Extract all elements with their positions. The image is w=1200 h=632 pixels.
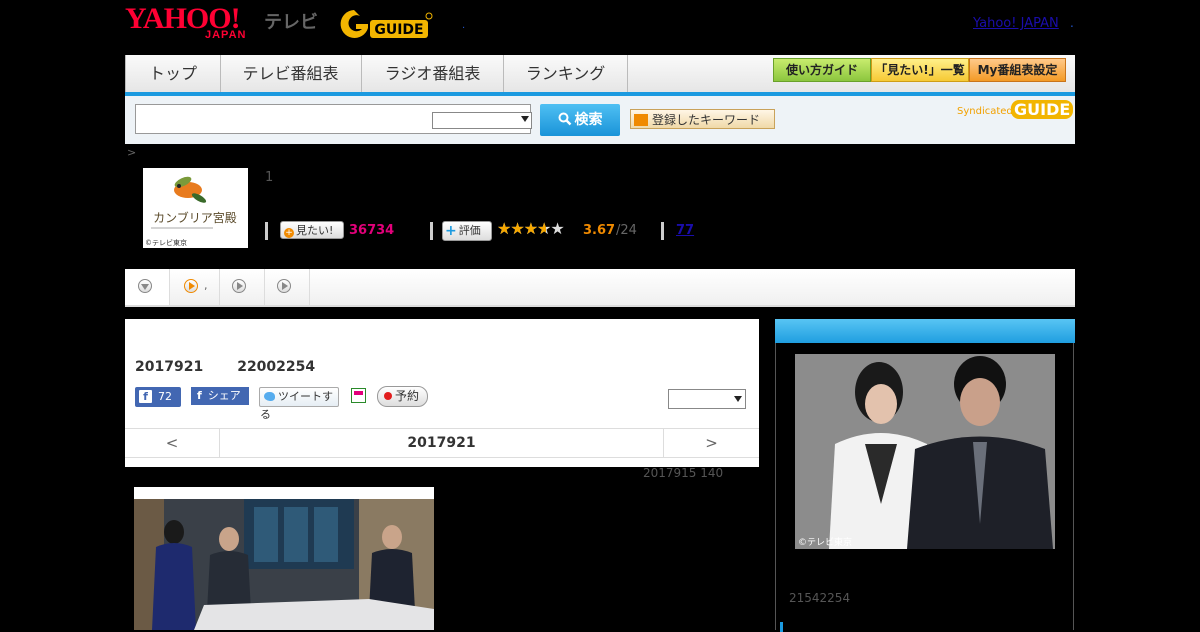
search-bar: 検索 登録したキーワード Syndicated GUIDE [125, 96, 1075, 144]
rate-button[interactable]: + 評価 [442, 221, 492, 241]
rating-count: /24 [616, 223, 637, 238]
facebook-like-count: 72 [158, 390, 172, 403]
rating-value: 3.67 [583, 223, 616, 238]
broadcast-select[interactable] [668, 389, 746, 409]
studio-photo [134, 487, 434, 630]
play-icon [184, 279, 198, 293]
play-icon [277, 279, 291, 293]
facebook-icon: f [139, 390, 152, 403]
divider [661, 222, 664, 240]
broadcast-time: 22002254 [237, 359, 316, 375]
rating-stars: ★★★★★ ★★★★★ [497, 219, 565, 238]
breadcrumb[interactable]: > [127, 146, 136, 159]
subtab-3[interactable] [220, 269, 265, 305]
gguide-logo[interactable]: GUIDE [334, 6, 434, 42]
search-button[interactable]: 検索 [540, 104, 620, 136]
update-note: 2017915 140 [643, 466, 724, 480]
header-separator: . [1070, 16, 1074, 30]
chevron-down-icon [138, 279, 152, 293]
reserve-label: 予約 [395, 389, 420, 403]
my-guide-settings-button[interactable]: My番組表設定 [969, 58, 1066, 82]
side-accent-mark [780, 622, 783, 632]
divider [430, 222, 433, 240]
record-icon [384, 392, 392, 400]
broadcast-date: 2017921 [135, 359, 204, 375]
program-logo-image: カンブリア宮殿 ©テレビ東京 [145, 176, 237, 247]
want-to-watch-count: 36734 [349, 223, 395, 238]
current-date: 2017921 [407, 435, 476, 451]
header-separator: . [462, 20, 466, 31]
gguide-small-logo: GUIDE [1011, 100, 1074, 119]
episode-image [134, 487, 434, 630]
nav-tab-radio-guide[interactable]: ラジオ番組表 [362, 55, 504, 92]
nav-tab-ranking[interactable]: ランキング [504, 55, 628, 92]
reserve-recording-button[interactable]: 予約 [377, 386, 428, 407]
search-button-label: 検索 [574, 112, 603, 128]
program-logo-title: カンブリア宮殿 [153, 210, 237, 225]
cast-photo: ©テレビ東京 [795, 354, 1055, 549]
side-note: 21542254 [789, 591, 851, 605]
search-icon [558, 112, 571, 126]
search-genre-select[interactable] [432, 112, 532, 129]
cast-photo-image: ©テレビ東京 [795, 354, 1055, 549]
star-fill: ★★★★★ [497, 219, 546, 238]
usage-guide-button[interactable]: 使い方ガイド [773, 58, 871, 82]
program-thumbnail: カンブリア宮殿 ©テレビ東京 [143, 168, 248, 248]
plus-icon: + [284, 228, 294, 238]
rate-button-label: 評価 [458, 224, 481, 237]
watchlist-button[interactable]: 「見たい!」一覧 [871, 58, 969, 82]
japan-logo-text: JAPAN [205, 29, 247, 41]
dropdown-icon [634, 114, 648, 126]
yahoo-japan-logo[interactable]: YAHOO! JAPAN [125, 4, 260, 42]
saved-keywords-button[interactable]: 登録したキーワード [630, 109, 775, 129]
main-nav: トップ テレビ番組表 ラジオ番組表 ランキング 使い方ガイド 「見たい!」一覧 … [125, 55, 1075, 96]
want-to-watch-button[interactable]: + 見たい! [280, 221, 344, 239]
program-subtabs: , [125, 269, 1075, 307]
yahoo-japan-link[interactable]: Yahoo! JAPAN [973, 16, 1059, 31]
twitter-icon [264, 392, 275, 401]
gguide-logo-graphic: GUIDE [340, 10, 433, 38]
syndicated-label: Syndicated [957, 106, 1013, 117]
next-day-button[interactable]: > [663, 429, 759, 457]
nav-tab-tv-guide[interactable]: テレビ番組表 [220, 55, 362, 92]
broadcast-info: 2017921 22002254 [135, 359, 349, 375]
side-panel-header [775, 319, 1075, 343]
syndicated-gguide: Syndicated GUIDE [957, 100, 1074, 119]
previous-day-button[interactable]: < [125, 429, 220, 457]
facebook-icon: f [197, 389, 202, 402]
divider [265, 222, 268, 240]
subtab-1[interactable] [125, 269, 170, 305]
subtab-2[interactable]: , [170, 269, 220, 305]
subtab-4[interactable] [265, 269, 310, 305]
date-navigation: < 2017921 > [125, 428, 759, 458]
nav-tab-top[interactable]: トップ [125, 55, 221, 92]
tweet-button[interactable]: ツイートする [259, 387, 339, 421]
facebook-like-button[interactable]: f 72 [135, 387, 181, 407]
want-to-watch-label: 見たい! [296, 224, 334, 237]
plus-icon: + [445, 223, 457, 239]
facebook-share-label: シェア [207, 389, 241, 402]
program-number: 1 [265, 170, 274, 185]
chevron-down-icon [521, 116, 529, 122]
subtab-separator: , [204, 279, 208, 292]
tv-logo[interactable]: テレビ [264, 8, 318, 34]
calendar-add-icon[interactable] [351, 388, 366, 403]
cast-photo-copyright: ©テレビ東京 [798, 536, 852, 548]
svg-text:GUIDE: GUIDE [374, 22, 423, 38]
saved-keywords-label: 登録したキーワード [652, 113, 761, 127]
chevron-down-icon [734, 396, 742, 402]
broadcast-panel: 2017921 22002254 f 72 f シェア ツイートする 予約 < 201… [125, 319, 759, 467]
thumbnail-copyright: ©テレビ東京 [145, 238, 187, 247]
review-count-link[interactable]: 77 [676, 223, 694, 238]
facebook-share-button[interactable]: f シェア [191, 387, 249, 405]
play-icon [232, 279, 246, 293]
